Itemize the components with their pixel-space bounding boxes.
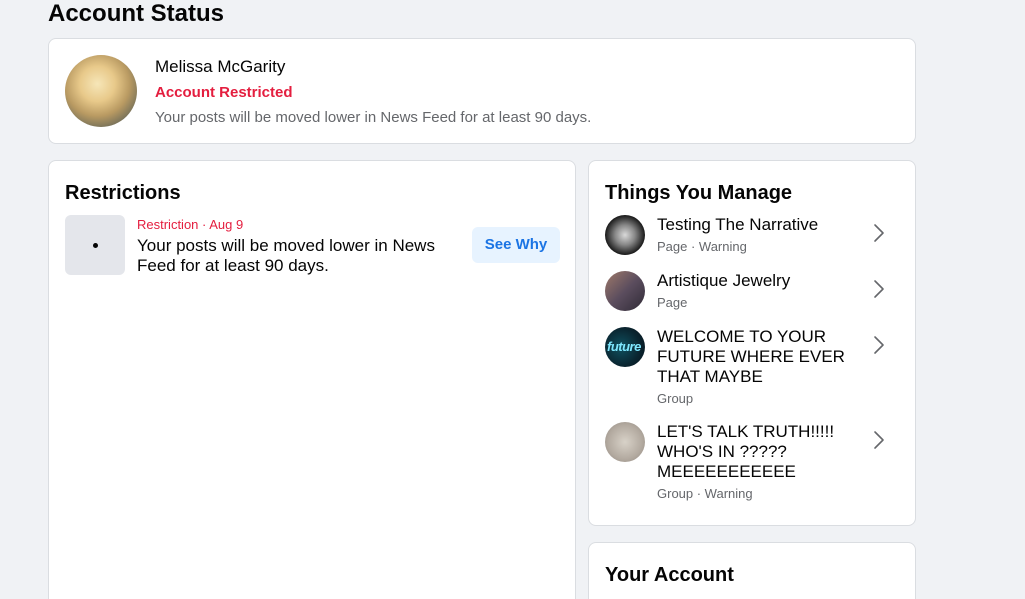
restriction-meta: Restriction · Aug 9 xyxy=(137,217,244,232)
profile-avatar[interactable] xyxy=(65,55,137,127)
manage-item[interactable]: Testing The Narrative Page · Warning xyxy=(605,215,901,259)
your-account-card: Your Account xyxy=(588,542,916,599)
manage-item[interactable]: Artistique Jewelry Page xyxy=(605,271,901,315)
group-avatar: future xyxy=(605,327,645,367)
manage-item[interactable]: future WELCOME TO YOUR FUTURE WHERE EVER… xyxy=(605,327,901,407)
account-heading: Your Account xyxy=(605,564,734,586)
manage-item-title: Artistique Jewelry xyxy=(657,271,791,290)
things-you-manage-card: Things You Manage Testing The Narrative … xyxy=(588,160,916,526)
manage-item-sub: Group xyxy=(657,391,694,406)
manage-item-sub: Page xyxy=(657,295,688,310)
manage-item[interactable]: LET'S TALK TRUTH!!!!! WHO'S IN ????? MEE… xyxy=(605,422,901,502)
manage-item-title: Testing The Narrative xyxy=(657,215,819,234)
profile-name[interactable]: Melissa McGarity xyxy=(155,57,285,77)
see-why-button[interactable]: See Why xyxy=(472,227,560,263)
page-avatar xyxy=(605,215,645,255)
chevron-right-icon xyxy=(874,280,884,298)
page-avatar xyxy=(605,271,645,311)
restrictions-heading: Restrictions xyxy=(65,182,181,204)
account-status-description: Your posts will be moved lower in News F… xyxy=(155,109,592,126)
restrictions-card: Restrictions Restriction · Aug 9 Your po… xyxy=(48,160,576,599)
manage-item-title: LET'S TALK TRUTH!!!!! WHO'S IN ????? MEE… xyxy=(657,422,835,481)
manage-item-sub: Group · Warning xyxy=(657,486,753,501)
chevron-right-icon xyxy=(874,431,884,449)
restriction-thumbnail xyxy=(65,215,125,275)
group-avatar xyxy=(605,422,645,462)
chevron-right-icon xyxy=(874,224,884,242)
profile-card: Melissa McGarity Account Restricted Your… xyxy=(48,38,916,144)
page-title: Account Status xyxy=(48,0,225,27)
group-avatar-text: future xyxy=(607,339,641,354)
account-status-label: Account Restricted xyxy=(155,84,293,101)
dot-icon xyxy=(93,243,98,248)
manage-item-title: WELCOME TO YOUR FUTURE WHERE EVER THAT M… xyxy=(657,327,845,386)
chevron-right-icon xyxy=(874,336,884,354)
restriction-text: Your posts will be moved lower in News F… xyxy=(137,236,435,275)
manage-heading: Things You Manage xyxy=(605,182,793,204)
manage-item-sub: Page · Warning xyxy=(657,239,747,254)
